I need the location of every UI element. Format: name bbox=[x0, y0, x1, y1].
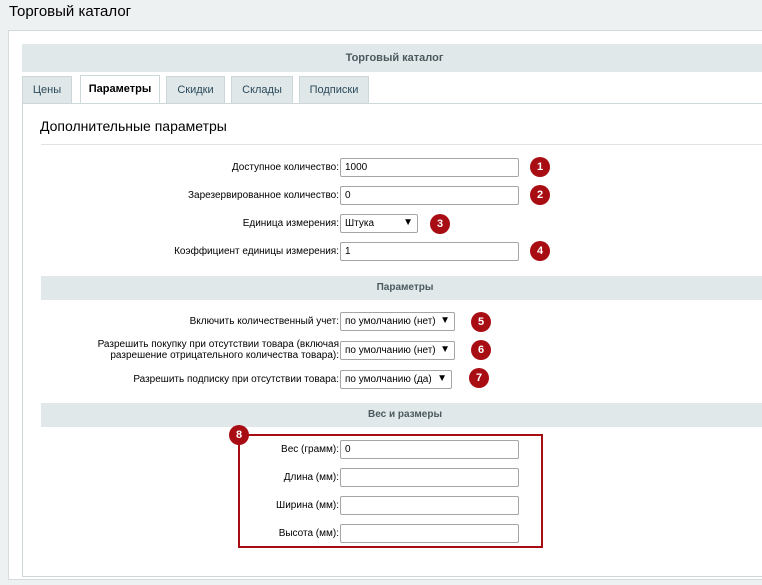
dropdown-arrow-icon: ▼ bbox=[440, 315, 450, 326]
weight-header: Вес и размеры bbox=[41, 403, 762, 427]
weight-label: Вес (грамм): bbox=[281, 444, 339, 455]
page-title: Торговый каталог bbox=[9, 3, 132, 20]
weight-input[interactable] bbox=[340, 440, 519, 459]
panel-header: Торговый каталог bbox=[22, 44, 762, 72]
badge-8: 8 bbox=[229, 425, 249, 445]
reserved-qty-label: Зарезервированное количество: bbox=[188, 190, 339, 201]
unit-ratio-input[interactable] bbox=[340, 242, 519, 261]
badge-2: 2 bbox=[530, 185, 550, 205]
height-label: Высота (мм): bbox=[278, 528, 339, 539]
badge-6: 6 bbox=[471, 340, 491, 360]
width-label: Ширина (мм): bbox=[276, 500, 339, 511]
allow-subscribe-value: по умолчанию (да) bbox=[345, 374, 432, 385]
dropdown-arrow-icon: ▼ bbox=[403, 217, 413, 228]
dropdown-arrow-icon: ▼ bbox=[440, 344, 450, 355]
tab-warehouses[interactable]: Склады bbox=[231, 76, 293, 103]
reserved-qty-input[interactable] bbox=[340, 186, 519, 205]
unit-label: Единица измерения: bbox=[242, 218, 339, 229]
available-qty-label: Доступное количество: bbox=[231, 162, 339, 173]
section-title: Дополнительные параметры bbox=[40, 118, 227, 134]
length-label: Длина (мм): bbox=[283, 472, 339, 483]
unit-ratio-label: Коэффициент единицы измерения: bbox=[174, 246, 339, 257]
tab-subscriptions[interactable]: Подписки bbox=[299, 76, 369, 103]
tab-parameters[interactable]: Параметры bbox=[80, 75, 160, 104]
allow-purchase-value: по умолчанию (нет) bbox=[345, 345, 436, 356]
available-qty-input[interactable] bbox=[340, 158, 519, 177]
divider bbox=[41, 144, 762, 145]
qty-tracking-label: Включить количественный учет: bbox=[189, 316, 339, 327]
unit-select-value: Штука bbox=[345, 218, 375, 229]
dropdown-arrow-icon: ▼ bbox=[437, 373, 447, 384]
badge-7: 7 bbox=[469, 368, 489, 388]
width-input[interactable] bbox=[340, 496, 519, 515]
height-input[interactable] bbox=[340, 524, 519, 543]
badge-5: 5 bbox=[471, 312, 491, 332]
allow-subscribe-select[interactable]: по умолчанию (да) ▼ bbox=[340, 370, 452, 389]
badge-4: 4 bbox=[530, 241, 550, 261]
length-input[interactable] bbox=[340, 468, 519, 487]
allow-purchase-label-line2: разрешение отрицательного количества тов… bbox=[110, 350, 339, 361]
tab-prices[interactable]: Цены bbox=[22, 76, 72, 103]
badge-1: 1 bbox=[530, 157, 550, 177]
allow-subscribe-label: Разрешить подписку при отсутствии товара… bbox=[133, 374, 339, 385]
tab-discounts[interactable]: Скидки bbox=[166, 76, 225, 103]
allow-purchase-select[interactable]: по умолчанию (нет) ▼ bbox=[340, 341, 455, 360]
badge-3: 3 bbox=[430, 214, 450, 234]
catalog-panel: Торговый каталог Цены Параметры Скидки С… bbox=[8, 30, 762, 580]
qty-tracking-select[interactable]: по умолчанию (нет) ▼ bbox=[340, 312, 455, 331]
qty-tracking-value: по умолчанию (нет) bbox=[345, 316, 436, 327]
params-header: Параметры bbox=[41, 276, 762, 300]
unit-select[interactable]: Штука ▼ bbox=[340, 214, 418, 233]
